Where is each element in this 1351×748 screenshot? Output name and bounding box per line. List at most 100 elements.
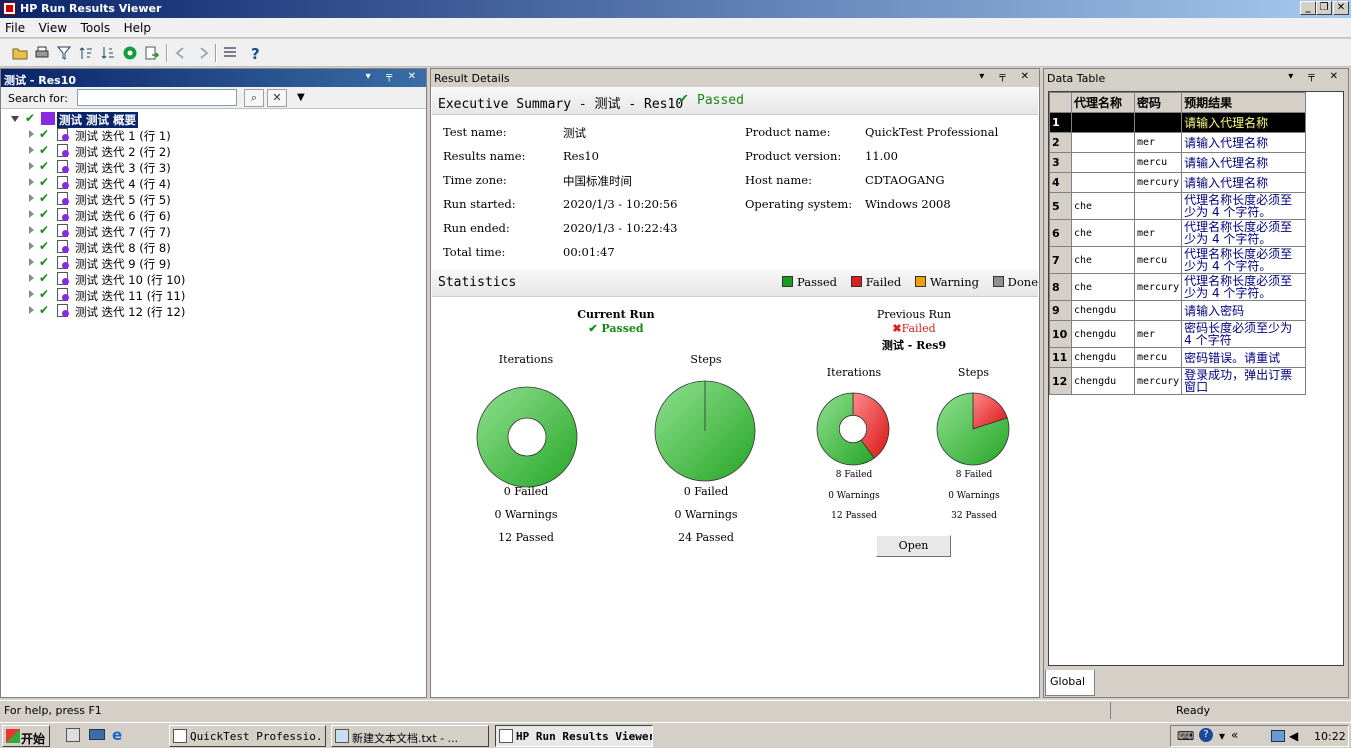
panel-controls[interactable]: ▾ ╤ ✕ xyxy=(1288,71,1344,82)
expand-icon[interactable] xyxy=(29,146,34,154)
open-folder-icon[interactable] xyxy=(12,45,28,61)
row-number[interactable]: 4 xyxy=(1049,172,1072,193)
tree-item[interactable]: ✔ 测试 迭代 8 (行 8) xyxy=(25,239,225,255)
help-tray-icon[interactable]: ? xyxy=(1199,728,1213,742)
table-row[interactable]: 1 请输入代理名称 xyxy=(1049,112,1307,133)
network-icon[interactable] xyxy=(1271,730,1285,742)
table-cell[interactable]: mer xyxy=(1133,320,1183,348)
table-cell[interactable] xyxy=(1133,192,1183,220)
tree-item[interactable]: ✔ 测试 迭代 3 (行 3) xyxy=(25,159,225,175)
tree-item[interactable]: ✔ 测试 迭代 1 (行 1) xyxy=(25,127,225,143)
list-view-icon[interactable] xyxy=(222,45,238,61)
row-number[interactable]: 8 xyxy=(1049,273,1072,301)
menu-view[interactable]: View xyxy=(34,18,72,38)
table-cell[interactable]: mercu xyxy=(1133,152,1183,173)
row-number[interactable]: 11 xyxy=(1049,347,1072,368)
table-cell[interactable]: 请输入代理名称 xyxy=(1181,172,1307,193)
row-number[interactable]: 7 xyxy=(1049,246,1072,274)
table-cell[interactable]: mercury xyxy=(1133,172,1183,193)
column-header[interactable]: 代理名称 xyxy=(1071,92,1135,113)
tree-item[interactable]: ✔ 测试 迭代 7 (行 7) xyxy=(25,223,225,239)
table-cell[interactable]: che xyxy=(1071,219,1135,247)
expand-icon[interactable] xyxy=(29,290,34,298)
table-cell[interactable]: che xyxy=(1071,246,1135,274)
keyboard-icon[interactable]: ⌨ xyxy=(1177,729,1194,743)
export-icon[interactable] xyxy=(144,45,160,61)
expand-icon[interactable] xyxy=(29,162,34,170)
table-cell[interactable]: mercury xyxy=(1133,367,1183,395)
row-number[interactable]: 5 xyxy=(1049,192,1072,220)
table-row[interactable]: 12 chengdu mercury 登录成功，弹出订票窗口 xyxy=(1049,367,1307,395)
table-cell[interactable]: mer xyxy=(1133,132,1183,153)
taskbar-notepad[interactable]: 新建文本文档.txt - ... xyxy=(331,725,489,747)
table-cell[interactable]: chengdu xyxy=(1071,367,1135,395)
chevron-down-icon[interactable]: ▾ xyxy=(1219,729,1225,743)
tree-root[interactable]: ✔ 测试 测试 概要 xyxy=(9,111,209,128)
table-cell[interactable]: 请输入代理名称 xyxy=(1181,112,1307,133)
table-row[interactable]: 9 chengdu 请输入密码 xyxy=(1049,300,1307,321)
table-cell[interactable]: chengdu xyxy=(1071,347,1135,368)
table-cell[interactable]: 代理名称长度必须至少为 4 个字符。 xyxy=(1181,192,1307,220)
expand-icon[interactable] xyxy=(29,274,34,282)
table-cell[interactable]: mer xyxy=(1133,219,1183,247)
table-row[interactable]: 10 chengdu mer 密码长度必须至少为 4 个字符 xyxy=(1049,320,1307,348)
volume-icon[interactable]: ◀ xyxy=(1289,729,1298,743)
table-cell[interactable]: mercury xyxy=(1133,273,1183,301)
expand-icon[interactable] xyxy=(29,306,34,314)
back-arrow-icon[interactable] xyxy=(173,45,189,61)
table-cell[interactable]: chengdu xyxy=(1071,300,1135,321)
search-input[interactable] xyxy=(77,89,237,106)
tree-item[interactable]: ✔ 测试 迭代 2 (行 2) xyxy=(25,143,225,159)
table-cell[interactable]: chengdu xyxy=(1071,320,1135,348)
table-cell[interactable] xyxy=(1071,152,1135,173)
table-row[interactable]: 6 che mer 代理名称长度必须至少为 4 个字符。 xyxy=(1049,219,1307,247)
panel-controls[interactable]: ▾ ╤ ✕ xyxy=(366,71,422,82)
sort-down-icon[interactable] xyxy=(100,45,116,61)
table-cell[interactable]: che xyxy=(1071,273,1135,301)
table-cell[interactable] xyxy=(1133,112,1183,133)
table-cell[interactable]: 请输入代理名称 xyxy=(1181,152,1307,173)
table-cell[interactable]: 登录成功，弹出订票窗口 xyxy=(1181,367,1307,395)
panel-controls[interactable]: ▾ ╤ ✕ xyxy=(979,71,1035,82)
expand-icon[interactable] xyxy=(29,242,34,250)
table-row[interactable]: 2 mer 请输入代理名称 xyxy=(1049,132,1307,153)
table-cell[interactable]: 代理名称长度必须至少为 4 个字符。 xyxy=(1181,219,1307,247)
row-number[interactable]: 10 xyxy=(1049,320,1072,348)
qtp-icon[interactable] xyxy=(122,45,138,61)
menu-help[interactable]: Help xyxy=(119,18,156,38)
menu-file[interactable]: File xyxy=(0,18,30,38)
server-manager-icon[interactable] xyxy=(66,728,80,742)
help-icon[interactable]: ? xyxy=(248,45,264,61)
collapse-tray-icon[interactable]: « xyxy=(1231,728,1238,742)
table-cell[interactable]: 代理名称长度必须至少为 4 个字符。 xyxy=(1181,246,1307,274)
table-cell[interactable]: mercu xyxy=(1133,347,1183,368)
table-cell[interactable]: mercu xyxy=(1133,246,1183,274)
expand-icon[interactable] xyxy=(29,130,34,138)
expand-icon[interactable] xyxy=(29,226,34,234)
expand-icon[interactable] xyxy=(29,194,34,202)
table-row[interactable]: 11 chengdu mercu 密码错误。请重试 xyxy=(1049,347,1307,368)
table-cell[interactable]: che xyxy=(1071,192,1135,220)
table-cell[interactable]: 密码错误。请重试 xyxy=(1181,347,1307,368)
open-button[interactable]: Open xyxy=(876,535,951,557)
tree-item[interactable]: ✔ 测试 迭代 9 (行 9) xyxy=(25,255,225,271)
expand-icon[interactable] xyxy=(11,116,19,122)
row-number[interactable]: 12 xyxy=(1049,367,1072,395)
table-cell[interactable]: 请输入密码 xyxy=(1181,300,1307,321)
filter-icon[interactable] xyxy=(56,45,72,61)
table-row[interactable]: 8 che mercury 代理名称长度必须至少为 4 个字符。 xyxy=(1049,273,1307,301)
tree-item[interactable]: ✔ 测试 迭代 10 (行 10) xyxy=(25,271,225,287)
close-button[interactable]: ✕ xyxy=(1333,1,1349,15)
internet-explorer-icon[interactable]: e xyxy=(112,726,122,744)
forward-arrow-icon[interactable] xyxy=(195,45,211,61)
table-row[interactable]: 7 che mercu 代理名称长度必须至少为 4 个字符。 xyxy=(1049,246,1307,274)
row-number[interactable]: 3 xyxy=(1049,152,1072,173)
tree-item[interactable]: ✔ 测试 迭代 11 (行 11) xyxy=(25,287,225,303)
expand-icon[interactable] xyxy=(29,258,34,266)
menu-tools[interactable]: Tools xyxy=(76,18,116,38)
taskbar-run-results[interactable]: HP Run Results Viewer xyxy=(495,725,653,747)
minimize-button[interactable]: _ xyxy=(1300,1,1316,15)
expand-icon[interactable] xyxy=(29,178,34,186)
table-cell[interactable]: 请输入代理名称 xyxy=(1181,132,1307,153)
taskbar-quicktest[interactable]: QuickTest Professio... xyxy=(169,725,326,747)
